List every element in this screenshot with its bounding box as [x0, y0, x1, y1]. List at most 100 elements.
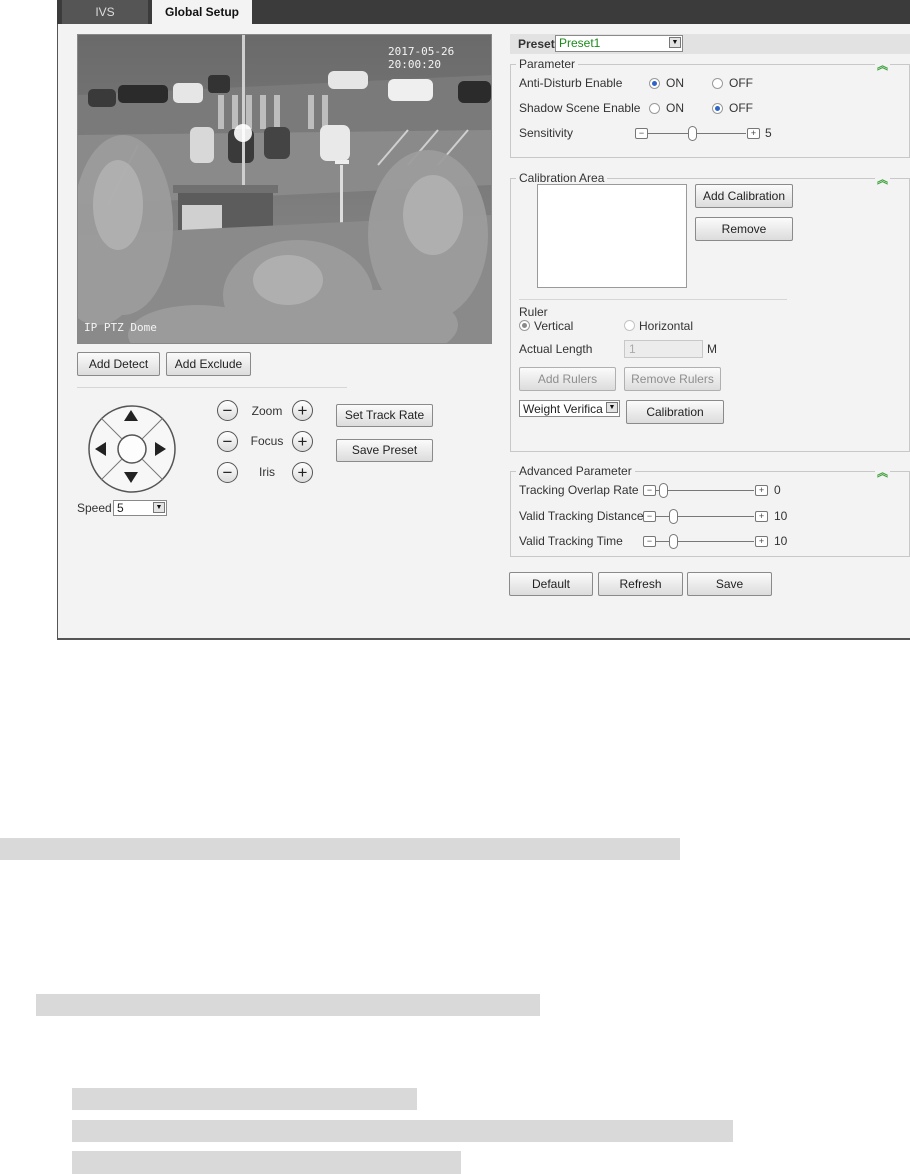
collapse-chevron-icon[interactable]: ︽ [875, 57, 890, 73]
shadow-scene-label: Shadow Scene Enable [519, 101, 641, 115]
anti-disturb-on-label: ON [666, 76, 684, 90]
collapse-chevron-icon[interactable]: ︽ [875, 171, 890, 187]
tab-ivs[interactable]: IVS [62, 0, 148, 24]
sensitivity-increase-icon[interactable]: + [747, 128, 760, 139]
dropdown-arrow-icon: ▼ [153, 502, 165, 513]
shadow-scene-off-radio[interactable] [712, 103, 723, 114]
down-arrow-icon[interactable] [124, 472, 138, 484]
focus-far-button[interactable]: + [292, 431, 313, 452]
speed-label: Speed [77, 501, 112, 515]
add-rulers-button[interactable]: Add Rulers [519, 367, 616, 391]
plus-icon: + [297, 401, 308, 420]
remove-calibration-button[interactable]: Remove [695, 217, 793, 241]
anti-disturb-label: Anti-Disturb Enable [519, 76, 623, 90]
redacted-bar [72, 1120, 733, 1142]
sensitivity-slider-thumb[interactable] [688, 126, 697, 141]
calibration-button[interactable]: Calibration [626, 400, 724, 424]
speed-value: 5 [117, 501, 124, 515]
set-track-rate-button[interactable]: Set Track Rate [336, 404, 433, 427]
plus-icon: + [297, 463, 308, 482]
default-button[interactable]: Default [509, 572, 593, 596]
iris-label: Iris [259, 465, 275, 479]
advanced-parameter-legend: Advanced Parameter [516, 464, 635, 478]
iris-close-button[interactable]: − [217, 462, 238, 483]
shadow-scene-on-radio[interactable] [649, 103, 660, 114]
add-exclude-button[interactable]: Add Exclude [166, 352, 251, 376]
calibration-mode-value: Weight Verifica [523, 402, 603, 416]
minus-icon: − [222, 432, 233, 451]
zoom-in-button[interactable]: + [292, 400, 313, 421]
minus-icon: − [222, 401, 233, 420]
time-increase-icon[interactable]: + [755, 536, 768, 547]
ruler-vertical-radio[interactable] [519, 320, 530, 331]
save-button[interactable]: Save [687, 572, 772, 596]
preset-select[interactable]: Preset1 ▼ [555, 35, 683, 52]
zoom-out-button[interactable]: − [217, 400, 238, 421]
distance-increase-icon[interactable]: + [755, 511, 768, 522]
overlap-increase-icon[interactable]: + [755, 485, 768, 496]
ruler-label: Ruler [519, 305, 548, 319]
preset-label: Preset [518, 37, 555, 51]
calibration-list[interactable] [537, 184, 687, 288]
ruler-horizontal-radio[interactable] [624, 320, 635, 331]
actual-length-unit: M [707, 342, 717, 356]
redacted-bar [72, 1151, 461, 1174]
up-arrow-icon[interactable] [124, 410, 138, 422]
anti-disturb-on-radio[interactable] [649, 78, 660, 89]
anti-disturb-off-label: OFF [729, 76, 753, 90]
focus-label: Focus [250, 434, 284, 448]
actual-length-input[interactable]: 1 [624, 340, 703, 358]
left-arrow-icon[interactable] [95, 442, 107, 456]
refresh-button[interactable]: Refresh [598, 572, 683, 596]
sensitivity-value: 5 [765, 126, 772, 140]
sensitivity-label: Sensitivity [519, 126, 574, 140]
plus-icon: + [297, 432, 308, 451]
collapse-chevron-icon[interactable]: ︽ [875, 464, 890, 480]
overlap-slider-track[interactable] [656, 490, 754, 491]
overlap-slider-thumb[interactable] [659, 483, 668, 498]
valid-tracking-time-label: Valid Tracking Time [519, 534, 623, 548]
distance-slider-thumb[interactable] [669, 509, 678, 524]
right-arrow-icon[interactable] [155, 442, 167, 456]
add-calibration-button[interactable]: Add Calibration [695, 184, 793, 208]
divider [519, 299, 787, 300]
zoom-label: Zoom [251, 404, 283, 418]
tab-global-setup[interactable]: Global Setup [152, 0, 252, 24]
video-scene [78, 35, 491, 343]
calibration-legend: Calibration Area [516, 171, 608, 185]
redacted-bar [0, 838, 680, 860]
shadow-scene-on-label: ON [666, 101, 684, 115]
sensitivity-decrease-icon[interactable]: − [635, 128, 648, 139]
redacted-bar [72, 1088, 417, 1110]
speed-select[interactable]: 5 ▼ [113, 500, 167, 516]
tracking-overlap-rate-value: 0 [774, 483, 781, 497]
focus-near-button[interactable]: − [217, 431, 238, 452]
minus-icon: − [222, 463, 233, 482]
divider [77, 387, 347, 388]
calibration-mode-select[interactable]: Weight Verifica ▼ [519, 400, 620, 417]
distance-decrease-icon[interactable]: − [643, 511, 656, 522]
video-preview[interactable]: 2017-05-26 20:00:20 IP PTZ Dome [77, 34, 492, 344]
preset-value: Preset1 [559, 36, 601, 50]
valid-tracking-distance-value: 10 [774, 509, 788, 523]
overlap-decrease-icon[interactable]: − [643, 485, 656, 496]
save-preset-button[interactable]: Save Preset [336, 439, 433, 462]
dropdown-arrow-icon: ▼ [606, 402, 618, 413]
ruler-horizontal-label: Horizontal [639, 319, 694, 333]
parameter-legend: Parameter [516, 57, 579, 71]
add-detect-button[interactable]: Add Detect [77, 352, 160, 376]
shadow-scene-off-label: OFF [729, 101, 753, 115]
valid-tracking-distance-label: Valid Tracking Distance [519, 509, 644, 523]
ruler-vertical-label: Vertical [534, 319, 574, 333]
time-slider-thumb[interactable] [669, 534, 678, 549]
redacted-bar [36, 994, 540, 1016]
valid-tracking-time-value: 10 [774, 534, 788, 548]
anti-disturb-off-radio[interactable] [712, 78, 723, 89]
dropdown-arrow-icon: ▼ [669, 37, 681, 48]
video-timestamp: 2017-05-26 20:00:20 [388, 45, 455, 71]
remove-rulers-button[interactable]: Remove Rulers [624, 367, 721, 391]
time-decrease-icon[interactable]: − [643, 536, 656, 547]
sensitivity-slider-track[interactable] [648, 133, 746, 134]
tracking-overlap-rate-label: Tracking Overlap Rate [519, 483, 639, 497]
iris-open-button[interactable]: + [292, 462, 313, 483]
